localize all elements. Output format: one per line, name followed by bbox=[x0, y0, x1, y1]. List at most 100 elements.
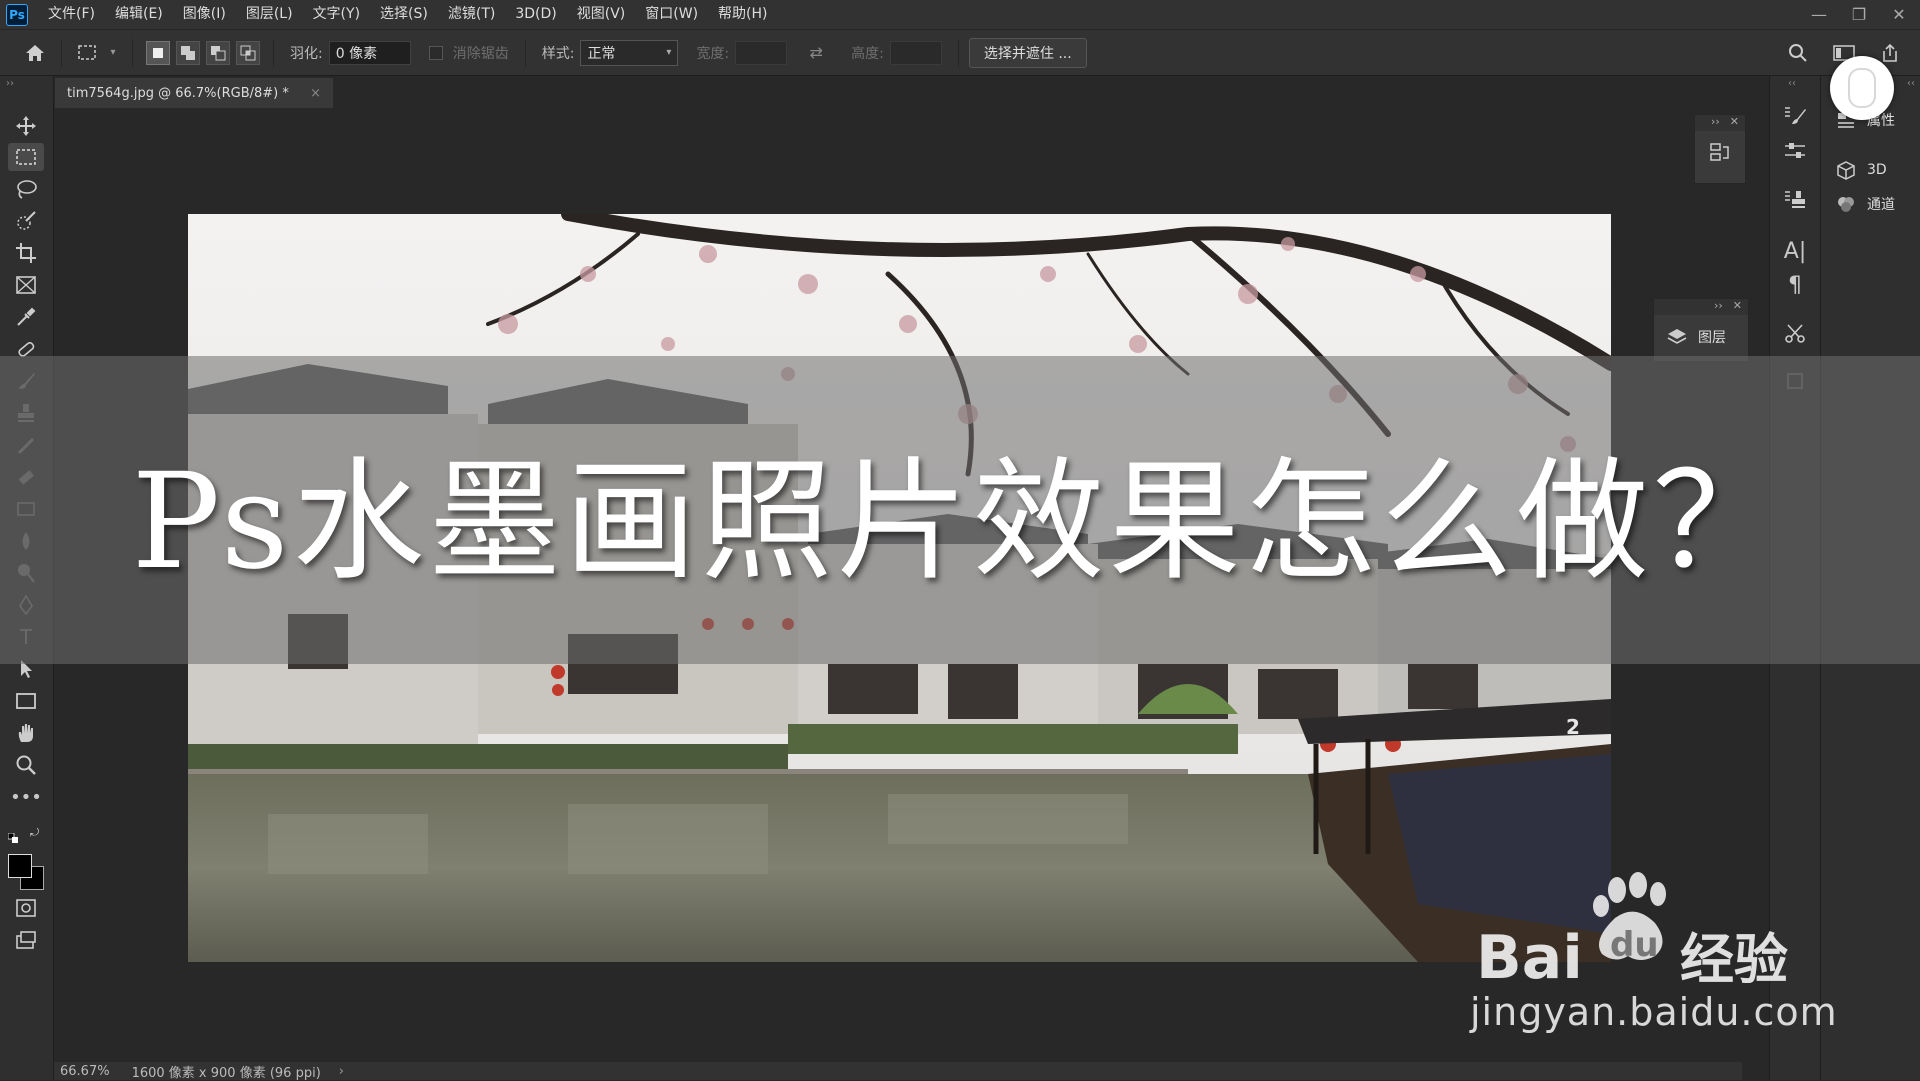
width-input[interactable] bbox=[735, 40, 788, 65]
default-colors-icon[interactable] bbox=[7, 828, 18, 843]
floating-panel-history: ›› ✕ bbox=[1694, 114, 1746, 184]
paragraph-icon[interactable]: ¶ bbox=[1780, 270, 1810, 300]
eyedropper-tool-icon[interactable] bbox=[8, 303, 44, 331]
marquee-preset-icon[interactable] bbox=[75, 40, 101, 66]
quick-mask-icon[interactable] bbox=[8, 894, 44, 922]
antialias-label: 消除锯齿 bbox=[452, 45, 509, 62]
banner-title: Ps水墨画照片效果怎么做？ bbox=[131, 444, 1789, 599]
close-icon[interactable]: ✕ bbox=[1730, 115, 1739, 131]
document-tab-title: tim7564g.jpg @ 66.7%(RGB/8#) * bbox=[67, 85, 289, 101]
character-icon[interactable]: A| bbox=[1780, 236, 1810, 266]
restore-button[interactable]: ❐ bbox=[1848, 5, 1870, 24]
watermark-exp: 经验 bbox=[1680, 928, 1788, 988]
width-label: 宽度: bbox=[696, 45, 730, 62]
baidu-logo: Bai du 经验 bbox=[1476, 872, 1788, 993]
chevron-down-icon[interactable]: ▾ bbox=[107, 40, 119, 66]
floating-panel-layers: ›› ✕ 图层 bbox=[1653, 298, 1749, 362]
window-controls: — ❐ ✕ bbox=[1808, 0, 1910, 29]
tool-presets-icon[interactable] bbox=[1780, 318, 1810, 348]
search-icon[interactable] bbox=[1785, 40, 1811, 66]
separator bbox=[273, 38, 274, 67]
cube-icon bbox=[1835, 160, 1857, 180]
select-and-mask-button[interactable]: 选择并遮住 ... bbox=[968, 37, 1087, 68]
feather-label: 羽化: bbox=[290, 45, 323, 62]
height-input[interactable] bbox=[889, 40, 942, 65]
hand-tool-icon[interactable] bbox=[8, 719, 44, 747]
history-panel-icon[interactable] bbox=[1695, 141, 1745, 165]
lasso-tool-icon[interactable] bbox=[8, 175, 44, 203]
expand-icon[interactable]: ›› bbox=[1714, 299, 1723, 315]
close-icon[interactable]: ✕ bbox=[1733, 299, 1742, 315]
menu-type[interactable]: 文字(Y) bbox=[303, 0, 370, 29]
quick-selection-tool-icon[interactable] bbox=[8, 207, 44, 235]
intersect-selection-icon[interactable] bbox=[236, 40, 260, 65]
add-selection-icon[interactable] bbox=[176, 40, 200, 65]
menu-edit[interactable]: 编辑(E) bbox=[105, 0, 173, 29]
microphone-button[interactable] bbox=[1830, 56, 1894, 120]
height-label: 高度: bbox=[851, 45, 884, 62]
brush-settings-icon[interactable] bbox=[1780, 100, 1810, 130]
collapse-icon[interactable]: ‹‹ bbox=[1907, 78, 1915, 89]
watermark-brand-du: du bbox=[1610, 925, 1659, 965]
separator bbox=[132, 38, 133, 67]
baidu-watermark: Bai du 经验 jingyan.baidu.com bbox=[1470, 868, 1837, 1048]
watermark-brand: Bai bbox=[1476, 923, 1583, 988]
swap-icon[interactable]: ⇄ bbox=[803, 40, 829, 66]
photoshop-logo: Ps bbox=[6, 3, 28, 26]
menu-image[interactable]: 图像(I) bbox=[173, 0, 236, 29]
menu-view[interactable]: 视图(V) bbox=[567, 0, 636, 29]
3d-panel-tab[interactable]: 3D bbox=[1835, 160, 1887, 180]
expand-icon[interactable]: ›› bbox=[1711, 115, 1720, 131]
status-bar: 66.67% 1600 像素 x 900 像素 (96 ppi) › bbox=[54, 1062, 1742, 1081]
panel-header: ›› ✕ bbox=[1695, 115, 1745, 131]
style-select[interactable]: 正常 ▾ bbox=[580, 39, 679, 66]
layers-panel-tab[interactable]: 图层 bbox=[1654, 315, 1748, 347]
expand-icon[interactable]: ›› bbox=[6, 77, 42, 89]
screen-mode-icon[interactable] bbox=[8, 926, 44, 954]
collapse-icon[interactable]: ‹‹ bbox=[1788, 78, 1796, 89]
swap-colors-icon[interactable]: ⤾ bbox=[30, 826, 42, 839]
close-button[interactable]: ✕ bbox=[1888, 5, 1910, 24]
menu-layer[interactable]: 图层(L) bbox=[236, 0, 303, 29]
status-chevron-icon[interactable]: › bbox=[339, 1064, 344, 1079]
channels-label: 通道 bbox=[1867, 197, 1895, 213]
zoom-level[interactable]: 66.67% bbox=[60, 1064, 110, 1079]
minimize-button[interactable]: — bbox=[1808, 5, 1830, 24]
layers-icon bbox=[1667, 329, 1687, 344]
menu-filter[interactable]: 滤镜(T) bbox=[438, 0, 505, 29]
separator bbox=[61, 38, 62, 67]
antialias-checkbox[interactable] bbox=[428, 45, 443, 60]
new-selection-icon[interactable] bbox=[146, 40, 170, 65]
rectangle-tool-icon[interactable] bbox=[8, 687, 44, 715]
document-tab[interactable]: tim7564g.jpg @ 66.7%(RGB/8#) * × bbox=[55, 78, 333, 108]
adjustments-icon[interactable] bbox=[1780, 136, 1810, 166]
menu-help[interactable]: 帮助(H) bbox=[708, 0, 777, 29]
zoom-tool-icon[interactable] bbox=[8, 751, 44, 779]
more-tools-icon[interactable]: ••• bbox=[8, 783, 44, 811]
clone-source-icon[interactable] bbox=[1780, 184, 1810, 214]
layers-label: 图层 bbox=[1698, 330, 1726, 346]
frame-tool-icon[interactable] bbox=[8, 271, 44, 299]
menu-file[interactable]: 文件(F) bbox=[38, 0, 105, 29]
menu-bar: Ps 文件(F) 编辑(E) 图像(I) 图层(L) 文字(Y) 选择(S) 滤… bbox=[0, 0, 1920, 29]
separator bbox=[957, 38, 959, 67]
3d-label: 3D bbox=[1867, 162, 1887, 178]
menu-window[interactable]: 窗口(W) bbox=[635, 0, 708, 29]
menu-3d[interactable]: 3D(D) bbox=[505, 0, 566, 29]
style-label: 样式: bbox=[541, 45, 575, 62]
move-tool-icon[interactable] bbox=[8, 112, 44, 140]
menu-select[interactable]: 选择(S) bbox=[370, 0, 438, 29]
channels-panel-tab[interactable]: 通道 bbox=[1835, 194, 1895, 214]
subtract-selection-icon[interactable] bbox=[206, 40, 230, 65]
close-tab-icon[interactable]: × bbox=[310, 86, 321, 101]
document-info: 1600 像素 x 900 像素 (96 ppi) bbox=[131, 1065, 321, 1081]
separator bbox=[524, 38, 526, 67]
rectangular-marquee-tool-icon[interactable] bbox=[8, 143, 44, 171]
home-icon[interactable] bbox=[22, 40, 48, 66]
crop-tool-icon[interactable] bbox=[8, 239, 44, 267]
chevron-down-icon: ▾ bbox=[666, 47, 672, 58]
boat-number: 2 bbox=[1566, 715, 1580, 739]
color-swatches[interactable] bbox=[8, 854, 44, 890]
feather-input[interactable]: 0 像素 bbox=[328, 40, 411, 65]
foreground-color-swatch[interactable] bbox=[8, 854, 32, 878]
